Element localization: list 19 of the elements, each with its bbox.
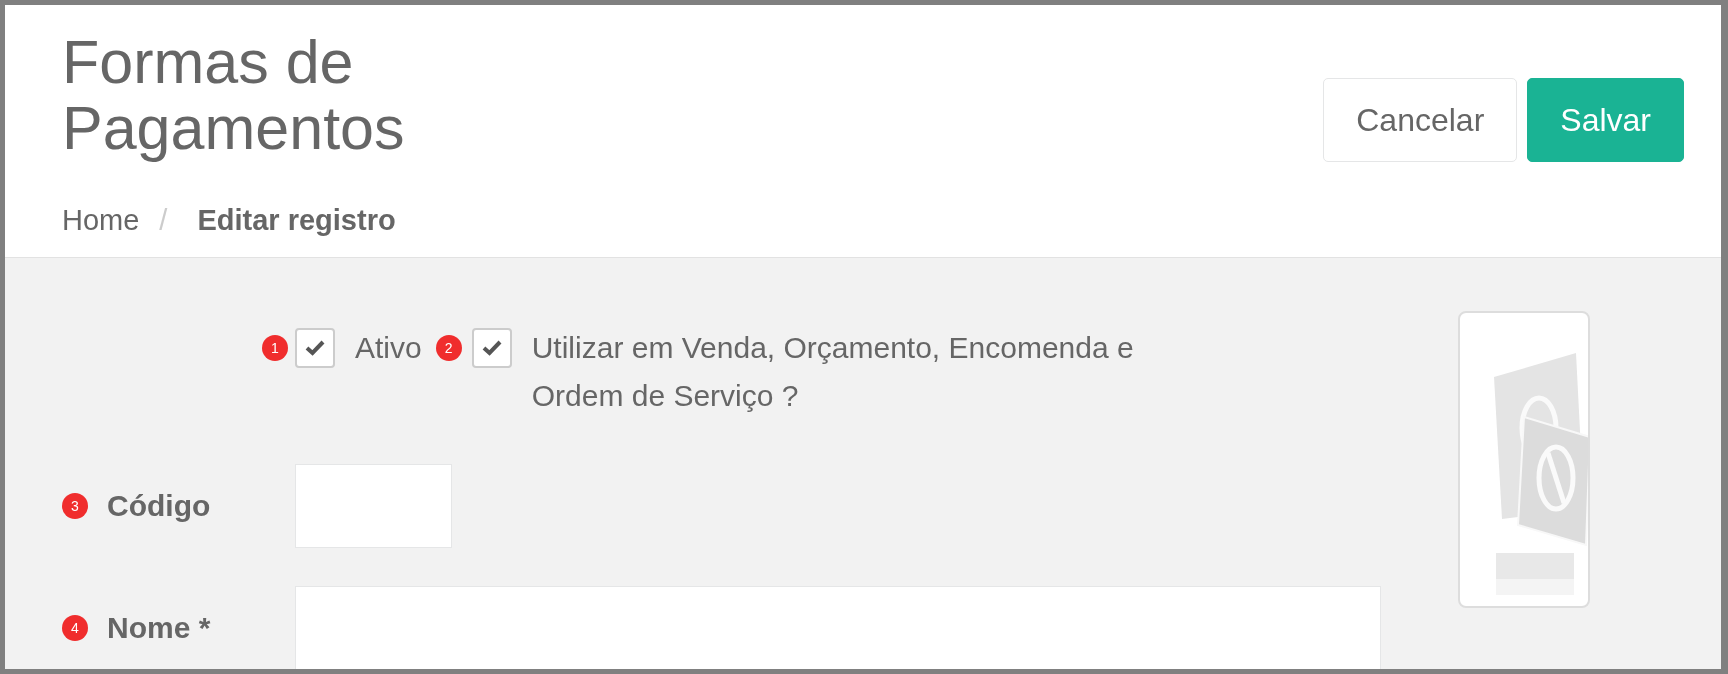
checkbox-label: Utilizar em Venda, Orçamento, Encomenda e Ordem de Serviço ? [531, 330, 1135, 414]
cancel-button[interactable]: Cancelar [1323, 78, 1518, 162]
checkbox[interactable] [295, 328, 335, 368]
breadcrumb-current: Editar registro [197, 204, 396, 237]
number-badge: 4 [62, 615, 88, 641]
input-field[interactable] [295, 586, 1381, 669]
number-badge: 2 [435, 335, 462, 361]
input-field[interactable] [295, 464, 452, 548]
breadcrumb-link[interactable]: Home [62, 204, 140, 237]
check-icon [305, 340, 325, 356]
number-badge: 1 [262, 335, 288, 361]
check-icon [481, 340, 502, 356]
checkbox-label: Ativo [355, 330, 422, 366]
field-label: Código [107, 489, 211, 523]
breadcrumb-separator: / [159, 204, 168, 237]
field-label: Nome * [107, 611, 211, 645]
page-title: Formas de Pagamentos [62, 29, 406, 161]
checkbox[interactable] [471, 328, 512, 368]
number-badge: 3 [62, 493, 88, 519]
